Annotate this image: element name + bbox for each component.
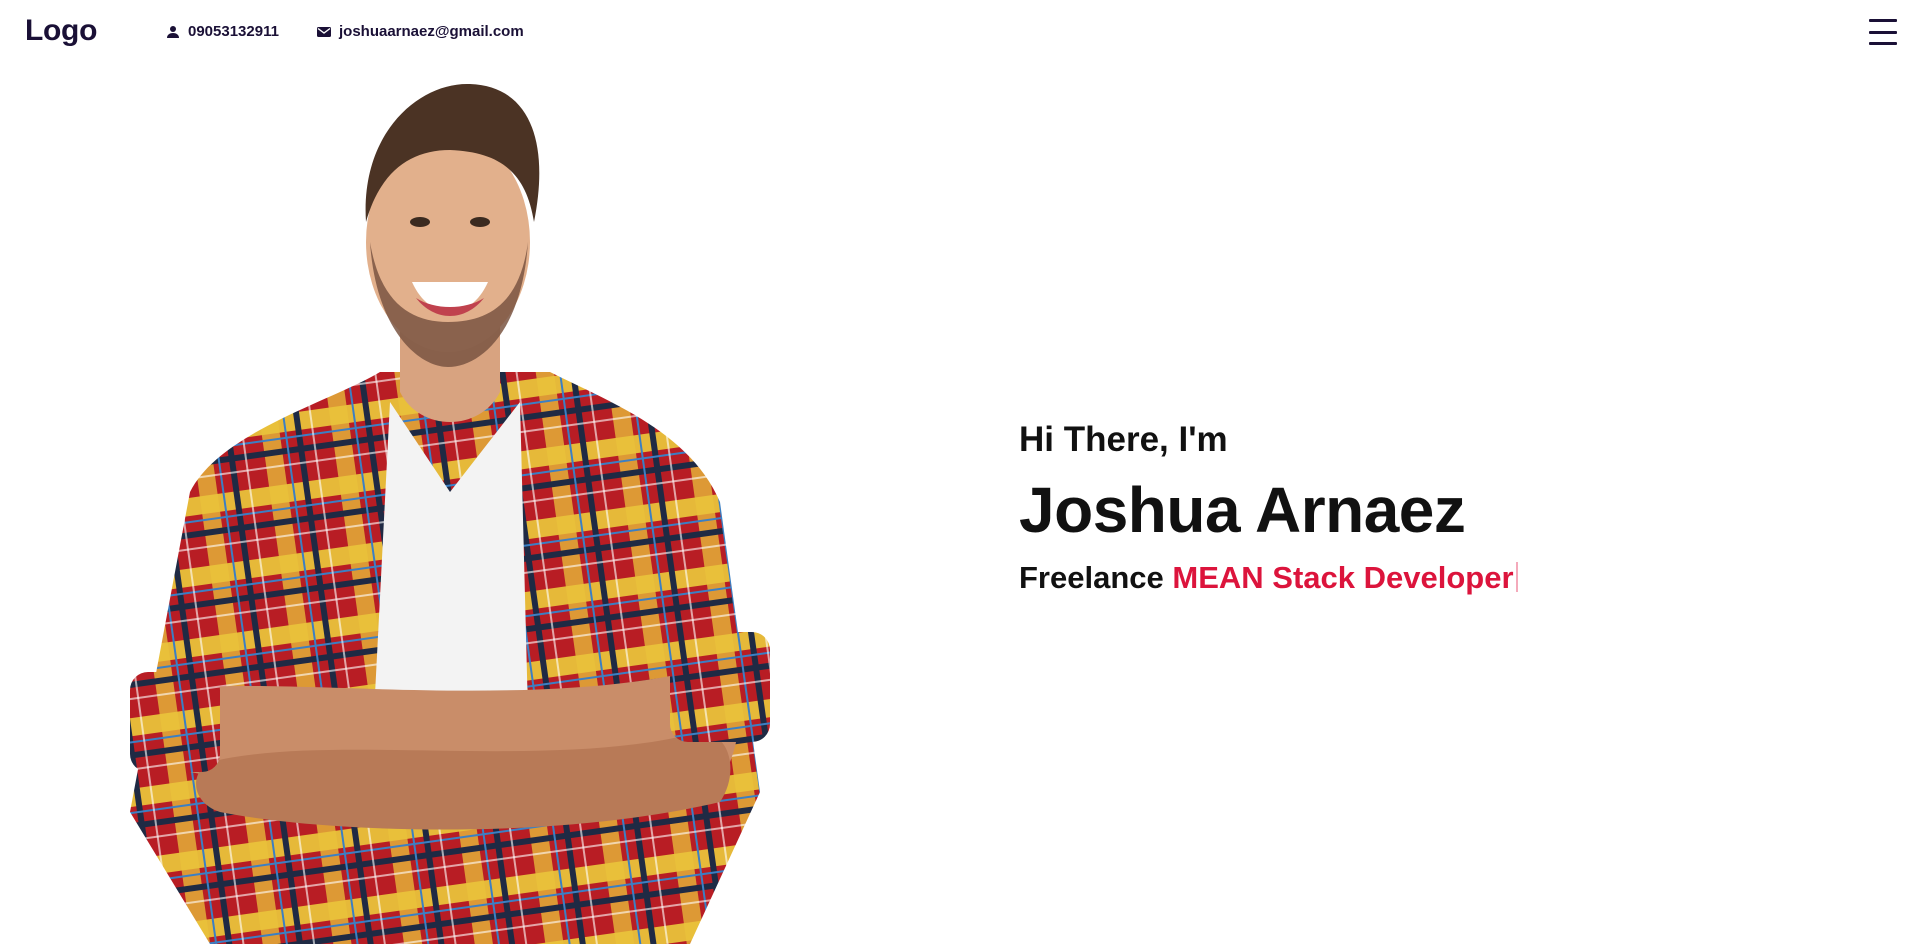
hamburger-line (1869, 30, 1897, 34)
hamburger-line (1869, 42, 1897, 45)
hero-portrait-photo (130, 72, 770, 944)
hero-role-typed: MEAN Stack Developer (1172, 560, 1514, 595)
hero-greeting: Hi There, I'm (1019, 420, 1228, 459)
logo[interactable]: Logo (25, 14, 97, 48)
hero-name: Joshua Arnaez (1019, 474, 1466, 546)
hero-role-prefix: Freelance (1019, 560, 1164, 595)
email-contact-link[interactable]: joshuaarnaez@gmail.com (316, 23, 524, 40)
hamburger-menu-icon[interactable] (1869, 19, 1897, 45)
mail-icon (316, 24, 332, 40)
top-navbar: Logo 09053132911 joshuaarnaez@gmail.com (0, 0, 1920, 64)
hero-role: Freelance MEAN Stack Developer (1019, 558, 1719, 598)
person-icon (165, 24, 181, 40)
email-address: joshuaarnaez@gmail.com (339, 23, 524, 40)
hero-intro: Hi There, I'm Joshua Arnaez Freelance ME… (1019, 418, 1719, 598)
phone-number: 09053132911 (188, 23, 279, 40)
phone-contact-link[interactable]: 09053132911 (165, 23, 279, 40)
typing-cursor (1515, 562, 1518, 592)
hamburger-line (1869, 19, 1897, 22)
